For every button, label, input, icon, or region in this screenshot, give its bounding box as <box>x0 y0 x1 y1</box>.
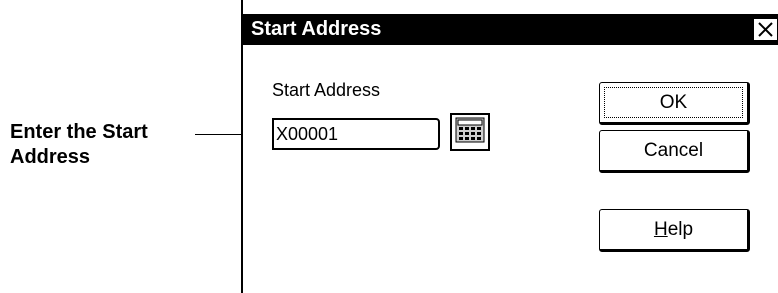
callout-line-1: Enter the Start <box>10 121 148 143</box>
keypad-icon <box>455 117 485 148</box>
keypad-button[interactable] <box>450 113 490 151</box>
close-icon <box>757 22 774 37</box>
ok-button[interactable]: OK <box>599 82 750 125</box>
close-button[interactable] <box>753 18 778 41</box>
help-button[interactable]: Help <box>599 209 750 252</box>
help-label-rest: elp <box>667 218 694 240</box>
focus-rectangle <box>604 87 743 118</box>
help-label: Help <box>654 219 693 241</box>
help-mnemonic: H <box>653 218 668 240</box>
cancel-label: Cancel <box>643 139 704 161</box>
dialog-title: Start Address <box>251 18 382 40</box>
callout-line-2: Address <box>10 146 91 168</box>
start-address-label: Start Address <box>272 80 381 100</box>
callout-label: Enter the Start Address <box>10 120 210 170</box>
dialog-titlebar: Start Address <box>243 14 778 45</box>
cancel-button[interactable]: Cancel <box>599 130 750 173</box>
start-address-dialog: Start Address Start Address X00001 OK Ca… <box>241 0 778 293</box>
start-address-input[interactable] <box>272 118 440 150</box>
